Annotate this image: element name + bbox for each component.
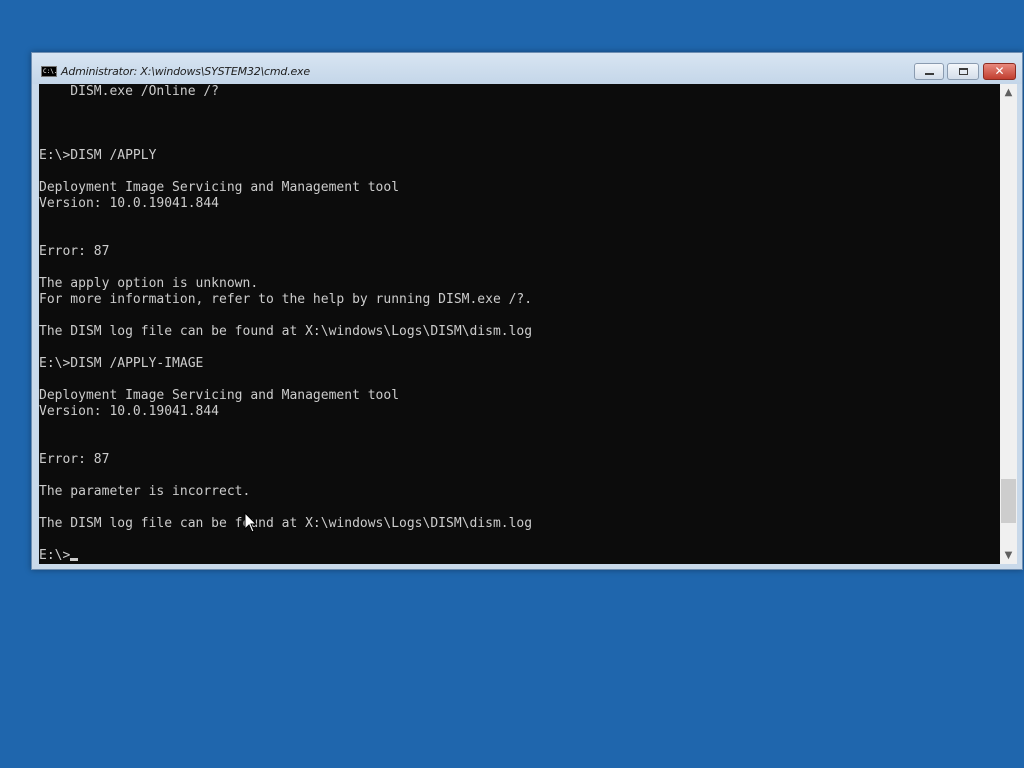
scroll-down-icon[interactable]: ▼ — [1000, 547, 1017, 564]
console-area[interactable]: DISM.exe /Online /? E:\>DISM /APPLY Deploy… — [39, 84, 1000, 564]
console-line: Error: 87 — [39, 452, 110, 467]
mouse-pointer-icon — [244, 512, 258, 533]
console-line: E:\>DISM /APPLY-IMAGE — [39, 356, 204, 371]
console-line: The apply option is unknown. — [39, 276, 259, 291]
console-line: The parameter is incorrect. — [39, 484, 251, 499]
cmd-window[interactable]: C:\. Administrator: X:\windows\SYSTEM32\… — [31, 52, 1023, 570]
scrollbar-thumb[interactable] — [1001, 478, 1016, 523]
close-button[interactable]: ✕ — [983, 63, 1016, 80]
console-line: The DISM log file can be found at X:\win… — [39, 516, 533, 531]
console-line: Version: 10.0.19041.844 — [39, 404, 220, 419]
console-line: Deployment Image Servicing and Managemen… — [39, 180, 400, 195]
console-output: DISM.exe /Online /? E:\>DISM /APPLY Deploy… — [39, 84, 532, 564]
minimize-icon — [925, 73, 934, 75]
window-title: Administrator: X:\windows\SYSTEM32\cmd.e… — [61, 65, 310, 78]
maximize-button[interactable] — [947, 63, 979, 80]
cmd-icon[interactable]: C:\. — [41, 66, 57, 77]
console-line: Error: 87 — [39, 244, 110, 259]
console-line: Version: 10.0.19041.844 — [39, 196, 220, 211]
vertical-scrollbar[interactable]: ▲ ▼ — [1000, 84, 1017, 564]
console-line: Deployment Image Servicing and Managemen… — [39, 388, 400, 403]
console-line: The DISM log file can be found at X:\win… — [39, 324, 533, 339]
console-line: E:\> — [39, 548, 532, 564]
console-line: DISM.exe /Online /? — [39, 84, 220, 99]
console-line: E:\>DISM /APPLY — [39, 148, 157, 163]
maximize-icon — [959, 68, 968, 75]
title-bar[interactable]: C:\. Administrator: X:\windows\SYSTEM32\… — [32, 53, 1022, 84]
minimize-button[interactable] — [914, 63, 944, 80]
scroll-up-icon[interactable]: ▲ — [1000, 84, 1017, 101]
text-cursor — [70, 558, 79, 561]
close-icon: ✕ — [994, 64, 1005, 78]
console-line: For more information, refer to the help … — [39, 292, 533, 307]
